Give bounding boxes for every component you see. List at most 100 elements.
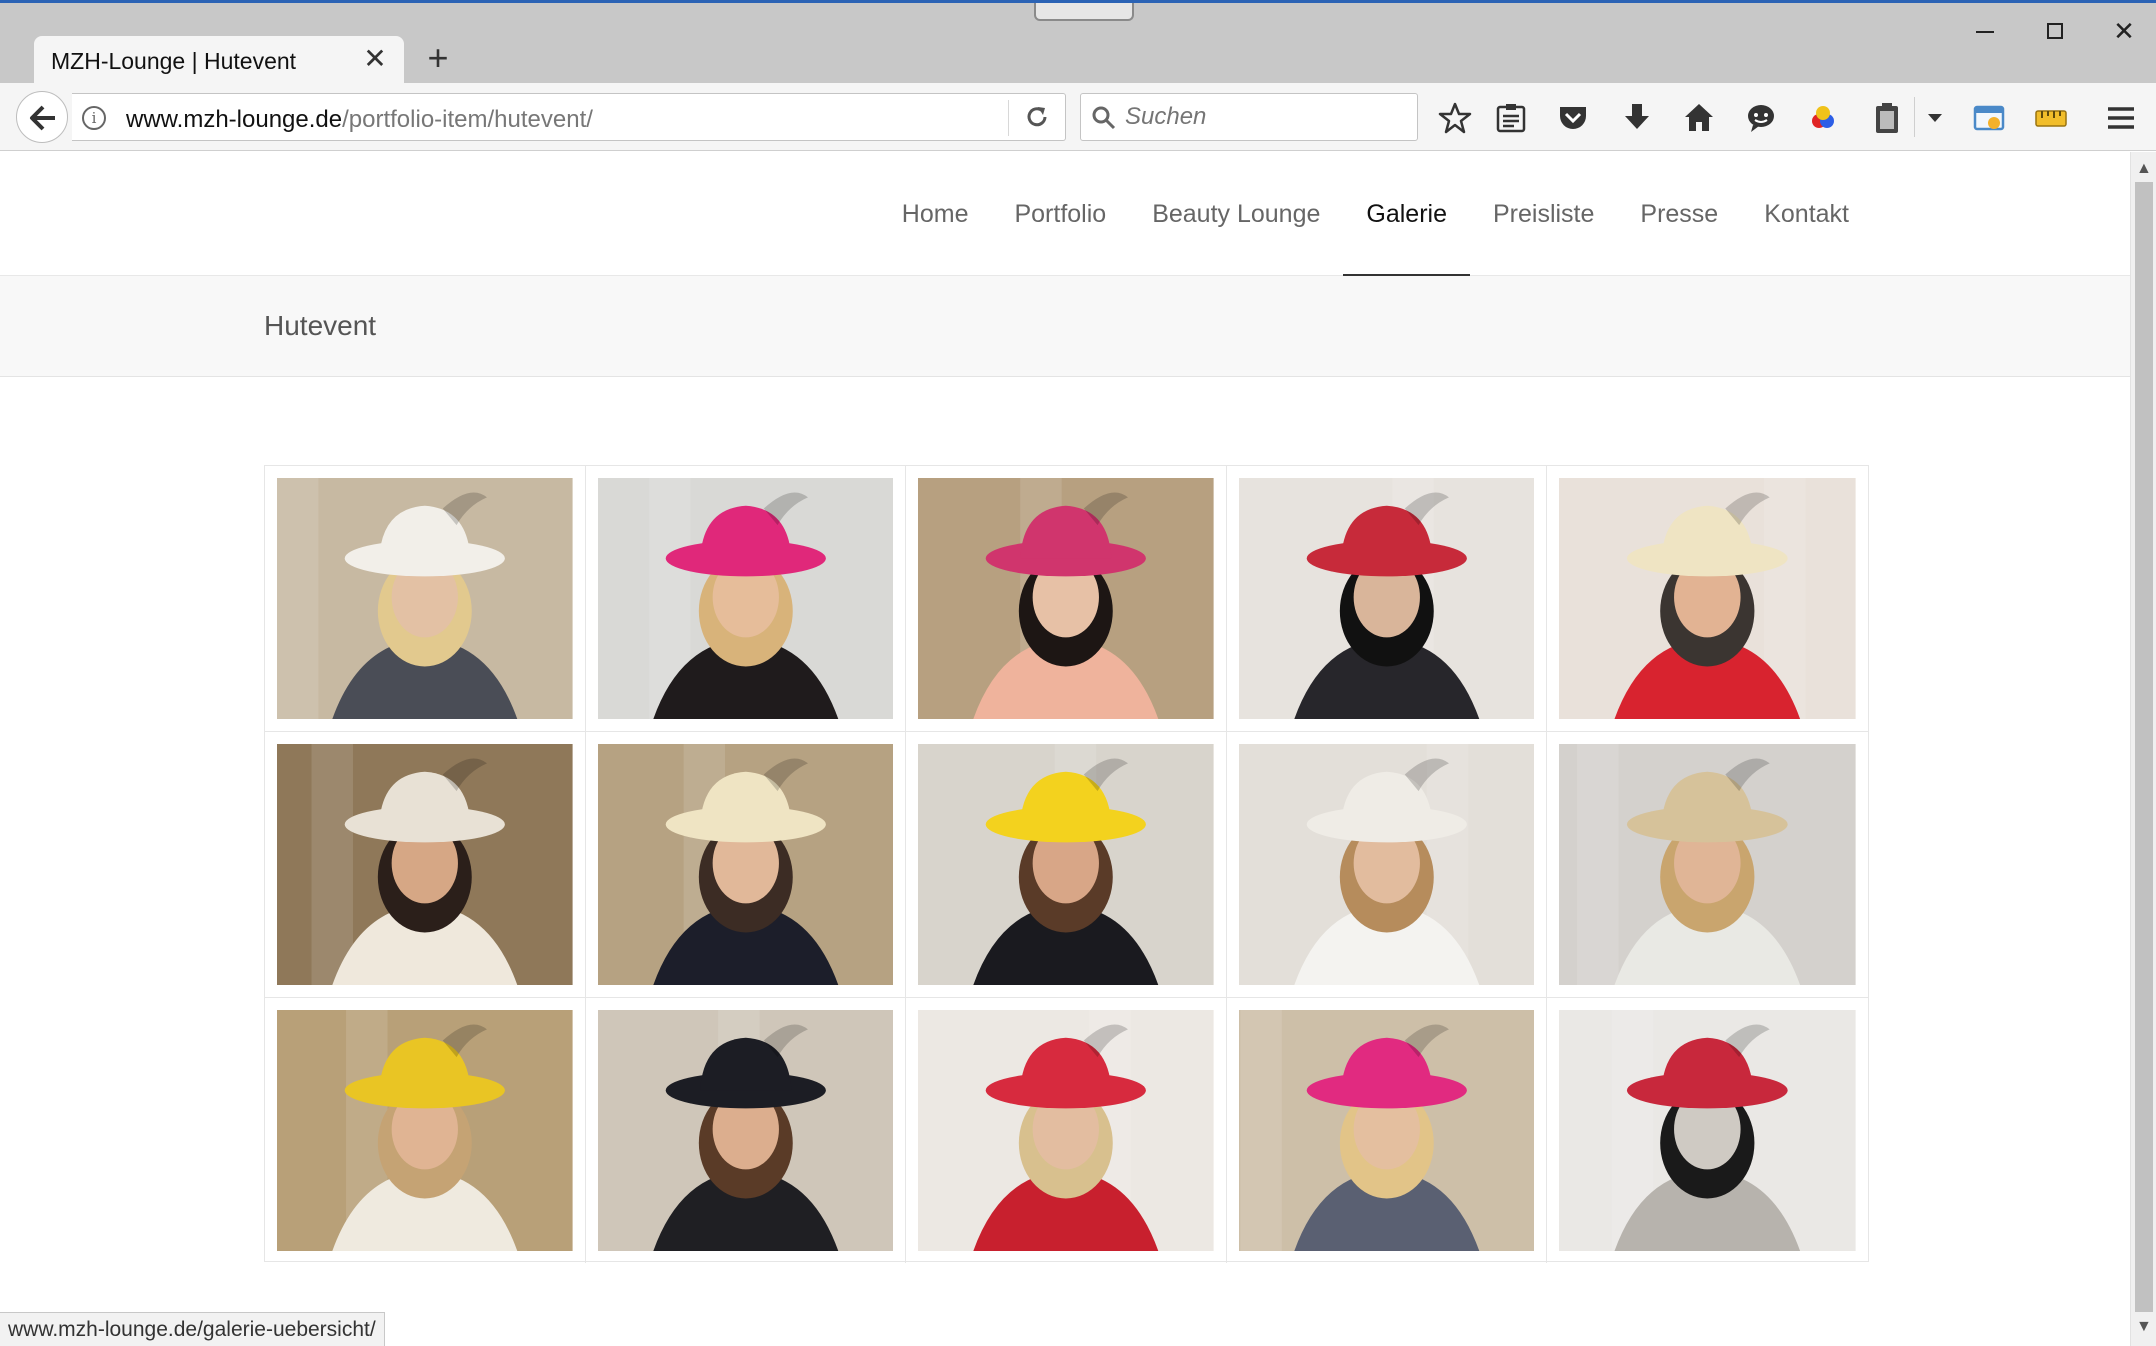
photo-image xyxy=(277,744,573,986)
reading-list-icon[interactable] xyxy=(1494,101,1528,135)
browser-tab[interactable]: MZH-Lounge | Hutevent ✕ xyxy=(34,36,404,86)
photo-image xyxy=(1559,1010,1856,1252)
maximize-icon[interactable] xyxy=(2036,15,2076,47)
gallery-cell xyxy=(265,466,586,733)
gallery-cell xyxy=(265,998,586,1264)
page-title-bar: Hutevent xyxy=(0,276,2130,377)
gallery-cell xyxy=(1226,466,1548,733)
gallery-photo-hat-display-table[interactable] xyxy=(1238,478,1535,720)
vertical-scrollbar[interactable]: ▲ ▼ xyxy=(2130,152,2156,1346)
photo-image xyxy=(1238,478,1535,720)
gallery-cell xyxy=(906,998,1227,1264)
url-path: /portfolio-item/hutevent/ xyxy=(342,106,593,133)
gallery-photo-woman-pink-fascinator[interactable] xyxy=(918,478,1214,720)
gallery-cell xyxy=(906,732,1227,999)
nav-item-label: Galerie xyxy=(1366,200,1447,228)
nav-item-label: Beauty Lounge xyxy=(1152,200,1321,228)
photo-image xyxy=(1559,744,1856,986)
nav-item-preisliste[interactable]: Preisliste xyxy=(1470,152,1617,276)
nav-item-label: Preisliste xyxy=(1492,200,1595,228)
browser-toolbar: i www.mzh-lounge.de/portfolio-item/hutev… xyxy=(0,83,2156,151)
photo-image xyxy=(918,478,1214,720)
gallery-photo-woman-feather-hat[interactable] xyxy=(277,744,573,986)
gallery-cell xyxy=(906,466,1227,733)
download-icon[interactable] xyxy=(1620,101,1654,135)
photo-image xyxy=(918,744,1214,986)
search-bar[interactable] xyxy=(1080,93,1418,141)
nav-item-kontakt[interactable]: Kontakt xyxy=(1741,152,1872,276)
dropdown-icon[interactable] xyxy=(1924,101,1946,135)
nav-item-portfolio[interactable]: Portfolio xyxy=(991,152,1129,276)
photo-image xyxy=(597,744,894,986)
ruler-icon[interactable] xyxy=(2034,101,2068,135)
gallery-cell xyxy=(1547,732,1868,999)
site-header: Home Portfolio Beauty Lounge Galerie Pre… xyxy=(0,152,2130,277)
gallery-photo-woman-yellow-navy-hat[interactable] xyxy=(277,1010,573,1252)
nav-item-label: Home xyxy=(901,200,969,228)
gallery-photo-woman-black-white-hat[interactable] xyxy=(597,1010,894,1252)
bookmark-star-icon[interactable] xyxy=(1438,101,1472,135)
window-close-icon[interactable]: ✕ xyxy=(2104,15,2144,47)
gallery-cell xyxy=(586,998,907,1264)
search-icon xyxy=(1092,106,1116,130)
gallery-photo-red-fascinator-mannequin[interactable] xyxy=(1559,1010,1856,1252)
clipboard-icon[interactable] xyxy=(1870,101,1904,135)
new-tab-icon[interactable]: + xyxy=(420,40,456,77)
gallery-photo-two-women-red[interactable] xyxy=(1559,478,1856,720)
gallery-cell xyxy=(585,466,907,733)
tab-close-icon[interactable]: ✕ xyxy=(360,44,390,74)
status-bar: www.mzh-lounge.de/galerie-uebersicht/ xyxy=(0,1312,385,1346)
color-dots-icon[interactable] xyxy=(1806,101,1840,135)
nav-item-label: Portfolio xyxy=(1014,200,1107,228)
site-info-icon[interactable]: i xyxy=(82,106,106,130)
home-icon[interactable] xyxy=(1682,101,1716,135)
photo-image xyxy=(1559,478,1856,720)
photo-image xyxy=(1238,744,1535,986)
reload-icon[interactable] xyxy=(1024,104,1050,130)
menu-icon[interactable] xyxy=(2104,101,2138,135)
photo-image xyxy=(918,1010,1214,1252)
scroll-up-icon[interactable]: ▲ xyxy=(2136,160,2152,178)
chat-icon[interactable] xyxy=(1744,101,1778,135)
pocket-icon[interactable] xyxy=(1556,101,1590,135)
nav-item-label: Kontakt xyxy=(1764,200,1849,228)
tab-strip: MZH-Lounge | Hutevent ✕ + ✕ xyxy=(0,0,2156,86)
nav-item-home[interactable]: Home xyxy=(879,152,992,276)
gallery-photo-woman-pink-top-hat[interactable] xyxy=(597,478,894,720)
gallery-photo-woman-pink-hat[interactable] xyxy=(1238,1010,1535,1252)
main-navigation: Home Portfolio Beauty Lounge Galerie Pre… xyxy=(879,152,1872,277)
scrollbar-thumb[interactable] xyxy=(2135,182,2153,1312)
photo-image xyxy=(277,1010,573,1252)
gallery-photo-group-of-women[interactable] xyxy=(918,1010,1214,1252)
nav-item-galerie[interactable]: Galerie xyxy=(1343,152,1470,277)
address-bar[interactable]: i www.mzh-lounge.de/portfolio-item/hutev… xyxy=(72,93,1066,141)
back-arrow-icon[interactable] xyxy=(16,91,68,143)
gallery-cell xyxy=(585,732,907,999)
photo-image xyxy=(1238,1010,1535,1252)
gallery-cell xyxy=(1547,998,1868,1263)
scroll-down-icon[interactable]: ▼ xyxy=(2136,1318,2152,1336)
nav-item-presse[interactable]: Presse xyxy=(1617,152,1741,276)
gallery-photo-woman-white-feather-hat[interactable] xyxy=(1238,744,1535,986)
gallery-photo-woman-yellow-hat[interactable] xyxy=(918,744,1214,986)
page-viewport: Home Portfolio Beauty Lounge Galerie Pre… xyxy=(0,152,2130,1346)
nav-item-label: Presse xyxy=(1640,200,1719,228)
url-text[interactable]: www.mzh-lounge.de/portfolio-item/huteven… xyxy=(126,106,593,134)
page-title: Hutevent xyxy=(264,310,377,341)
screenshot-icon[interactable] xyxy=(1972,101,2006,135)
window-drag-handle[interactable] xyxy=(1034,3,1134,21)
minimize-icon[interactable] xyxy=(1966,15,2006,47)
gallery-cell xyxy=(1227,998,1548,1264)
search-input[interactable] xyxy=(1125,100,1405,134)
gallery-photo-group-of-three[interactable] xyxy=(597,744,894,986)
nav-item-beauty-lounge[interactable]: Beauty Lounge xyxy=(1129,152,1343,276)
photo-image xyxy=(277,478,573,720)
gallery-photo-two-women-scarves[interactable] xyxy=(1559,744,1856,986)
photo-gallery xyxy=(264,465,1869,1264)
gallery-photo-woman-white-hat[interactable] xyxy=(277,478,573,720)
photo-image xyxy=(597,478,894,720)
url-domain: www.mzh-lounge.de xyxy=(126,106,343,133)
gallery-cell xyxy=(1547,466,1868,733)
gallery-cell xyxy=(265,732,586,999)
photo-image xyxy=(597,1010,894,1252)
